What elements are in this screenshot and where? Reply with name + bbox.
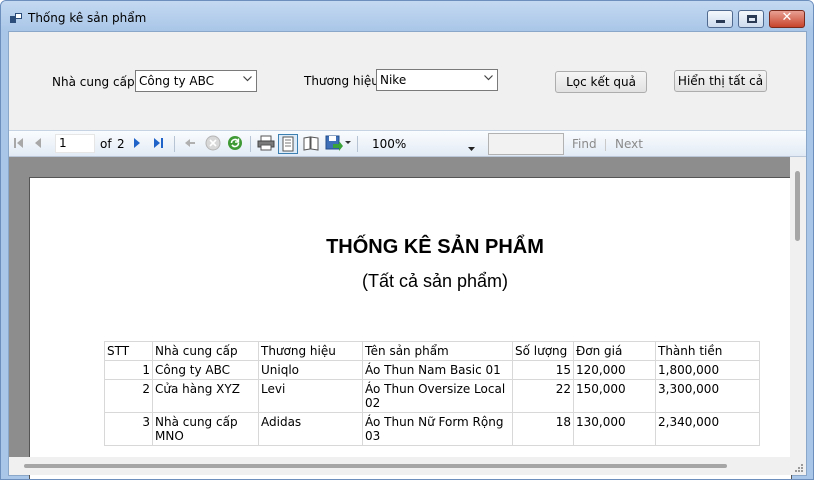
cell-unit-price: 120,000: [573, 360, 656, 380]
next-page-icon[interactable]: [132, 135, 142, 153]
refresh-icon[interactable]: [227, 135, 243, 153]
cell-stt: 3: [104, 412, 153, 446]
cell-stt: 2: [104, 379, 153, 413]
cell-total: 3,300,000: [655, 379, 760, 413]
filter-button[interactable]: Lọc kết quả: [555, 71, 647, 93]
first-page-icon[interactable]: [13, 135, 25, 153]
previous-page-icon[interactable]: [33, 135, 43, 153]
column-header: Thương hiệu: [258, 341, 363, 361]
column-header: Thành tiền: [655, 341, 760, 361]
close-button[interactable]: ✕: [769, 10, 805, 28]
table-row: 1 Công ty ABC Uniqlo Áo Thun Nam Basic 0…: [104, 360, 760, 380]
supplier-value: Công ty ABC: [139, 74, 214, 88]
cell-brand: Uniqlo: [258, 360, 363, 380]
brand-label: Thương hiệu: [304, 74, 379, 88]
report-page: THỐNG KÊ SẢN PHẨM (Tất cả sản phẩm) STT …: [29, 177, 792, 479]
cell-supplier: Cửa hàng XYZ: [152, 379, 259, 413]
report-toolbar: 1 of 2 100% Find Next: [9, 130, 806, 157]
filter-panel: Nhà cung cấp Công ty ABC Thương hiệu Nik…: [9, 32, 806, 130]
chevron-down-icon: [468, 141, 475, 155]
cell-brand: Levi: [258, 379, 363, 413]
find-button[interactable]: Find: [572, 137, 597, 151]
last-page-icon[interactable]: [152, 135, 164, 153]
report-table: STT Nhà cung cấp Thương hiệu Tên sản phẩ…: [104, 341, 760, 446]
show-all-button[interactable]: Hiển thị tất cả: [674, 70, 767, 92]
total-pages: 2: [117, 137, 125, 151]
cell-supplier: Công ty ABC: [152, 360, 259, 380]
app-window: Thống kê sản phẩm ✕ Nhà cung cấp Công ty…: [0, 0, 814, 480]
client-area: Nhà cung cấp Công ty ABC Thương hiệu Nik…: [8, 31, 807, 479]
minimize-icon: [716, 20, 725, 23]
horizontal-scrollbar[interactable]: [9, 457, 790, 475]
brand-value: Nike: [380, 73, 407, 87]
cell-supplier: Nhà cung cấp MNO: [152, 412, 259, 446]
chevron-down-icon: [243, 76, 252, 84]
cell-total: 1,800,000: [655, 360, 760, 380]
print-layout-icon[interactable]: [278, 134, 298, 154]
column-header: Số lượng: [512, 341, 574, 361]
cell-quantity: 22: [512, 379, 574, 413]
column-header: STT: [104, 341, 153, 361]
column-header: Nhà cung cấp: [152, 341, 259, 361]
export-icon[interactable]: [325, 135, 351, 153]
print-icon[interactable]: [257, 135, 275, 153]
app-icon: [10, 13, 22, 23]
of-label: of: [100, 137, 112, 151]
zoom-combo[interactable]: 100%: [365, 134, 485, 154]
table-header-row: STT Nhà cung cấp Thương hiệu Tên sản phẩ…: [104, 341, 760, 361]
cell-brand: Adidas: [258, 412, 363, 446]
title-bar[interactable]: Thống kê sản phẩm ✕: [1, 1, 813, 31]
report-title: THỐNG KÊ SẢN PHẨM: [326, 236, 544, 258]
cell-product: Áo Thun Nữ Form Rộng 03: [362, 412, 513, 446]
cell-unit-price: 130,000: [573, 412, 656, 446]
find-input[interactable]: [488, 133, 564, 155]
brand-combo[interactable]: Nike: [376, 69, 498, 91]
close-icon: ✕: [781, 10, 793, 25]
cell-quantity: 15: [512, 360, 574, 380]
maximize-icon: [747, 15, 757, 23]
table-row: 3 Nhà cung cấp MNO Adidas Áo Thun Nữ For…: [104, 412, 760, 446]
report-subtitle: (Tất cả sản phẩm): [361, 271, 509, 291]
chevron-down-icon: [484, 75, 493, 83]
vertical-scroll-thumb[interactable]: [795, 171, 800, 241]
vertical-scrollbar[interactable]: [790, 157, 806, 457]
next-button[interactable]: Next: [615, 137, 643, 151]
minimize-button[interactable]: [707, 10, 733, 28]
cell-product: Áo Thun Oversize Local 02: [362, 379, 513, 413]
page-setup-icon[interactable]: [303, 135, 319, 153]
maximize-button[interactable]: [738, 10, 764, 28]
cell-total: 2,340,000: [655, 412, 760, 446]
supplier-label: Nhà cung cấp: [52, 75, 135, 89]
zoom-value: 100%: [372, 137, 407, 151]
cell-product: Áo Thun Nam Basic 01: [362, 360, 513, 380]
column-header: Đơn giá: [573, 341, 656, 361]
report-viewer[interactable]: THỐNG KÊ SẢN PHẨM (Tất cả sản phẩm) STT …: [9, 157, 806, 479]
back-icon[interactable]: [182, 135, 196, 153]
stop-icon[interactable]: [205, 135, 221, 153]
window-title: Thống kê sản phẩm: [28, 11, 147, 25]
resize-grip-icon[interactable]: [790, 457, 806, 475]
horizontal-scroll-thumb[interactable]: [24, 464, 727, 468]
cell-stt: 1: [104, 360, 153, 380]
current-page-input[interactable]: 1: [55, 134, 95, 153]
cell-unit-price: 150,000: [573, 379, 656, 413]
cell-quantity: 18: [512, 412, 574, 446]
table-row: 2 Cửa hàng XYZ Levi Áo Thun Oversize Loc…: [104, 379, 760, 413]
column-header: Tên sản phẩm: [362, 341, 513, 361]
supplier-combo[interactable]: Công ty ABC: [135, 70, 257, 92]
